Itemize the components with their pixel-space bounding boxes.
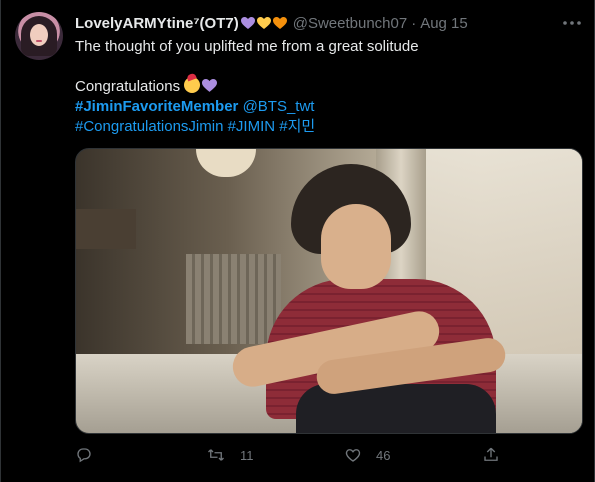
- avatar[interactable]: [15, 12, 63, 60]
- avatar-lips: [36, 40, 42, 42]
- photo-lamp: [196, 149, 256, 177]
- author-name[interactable]: LovelyARMYtine⁷(OT7): [75, 15, 239, 32]
- congratulations-text: Congratulations: [75, 78, 181, 95]
- orange-heart-icon: [272, 16, 287, 30]
- purple-heart-icon: [240, 16, 255, 30]
- hashtag-link[interactable]: #JIMIN: [228, 118, 276, 135]
- heart-icon: [345, 449, 361, 462]
- tweet-line: Congratulations: [75, 77, 585, 97]
- photo-shelf: [76, 209, 136, 249]
- tweet-actions: 11 46: [75, 444, 581, 466]
- tweet-header: LovelyARMYtine⁷(OT7) @Sweetbunch07 · Aug…: [75, 13, 468, 33]
- tweet[interactable]: LovelyARMYtine⁷(OT7) @Sweetbunch07 · Aug…: [0, 0, 595, 482]
- hashtag-link[interactable]: #JiminFavoriteMember: [75, 98, 238, 115]
- hashtag-link[interactable]: #지민: [279, 118, 315, 135]
- reply-icon: [77, 448, 91, 463]
- tweet-line: #CongratulationsJimin #JIMIN #지민: [75, 117, 585, 137]
- tweet-line: #JiminFavoriteMember @BTS_twt: [75, 97, 585, 117]
- photo-face: [321, 204, 391, 289]
- retweet-button[interactable]: 11: [206, 444, 254, 466]
- more-icon: [563, 21, 581, 25]
- share-icon: [484, 447, 498, 461]
- avatar-face: [30, 24, 48, 46]
- tweet-line: The thought of you uplifted me from a gr…: [75, 38, 419, 55]
- yellow-heart-icon: [256, 16, 271, 30]
- purple-heart-icon: [202, 79, 218, 92]
- more-options-button[interactable]: [562, 14, 582, 32]
- tweet-date[interactable]: Aug 15: [420, 15, 468, 32]
- retweet-icon: [208, 449, 224, 461]
- tweet-text: The thought of you uplifted me from a gr…: [75, 37, 585, 137]
- mention-link[interactable]: @BTS_twt: [243, 98, 315, 115]
- retweet-count: 11: [240, 447, 254, 463]
- date-separator: ·: [411, 14, 417, 32]
- hashtag-link[interactable]: #CongratulationsJimin: [75, 118, 223, 135]
- photo-radiator: [186, 254, 281, 344]
- like-button[interactable]: 46: [344, 444, 390, 466]
- partying-face-icon: [184, 77, 201, 93]
- like-count: 46: [376, 447, 391, 463]
- share-button[interactable]: [482, 444, 500, 466]
- author-handle[interactable]: @Sweetbunch07: [293, 15, 407, 32]
- tweet-photo[interactable]: [75, 148, 583, 434]
- reply-button[interactable]: [75, 444, 93, 466]
